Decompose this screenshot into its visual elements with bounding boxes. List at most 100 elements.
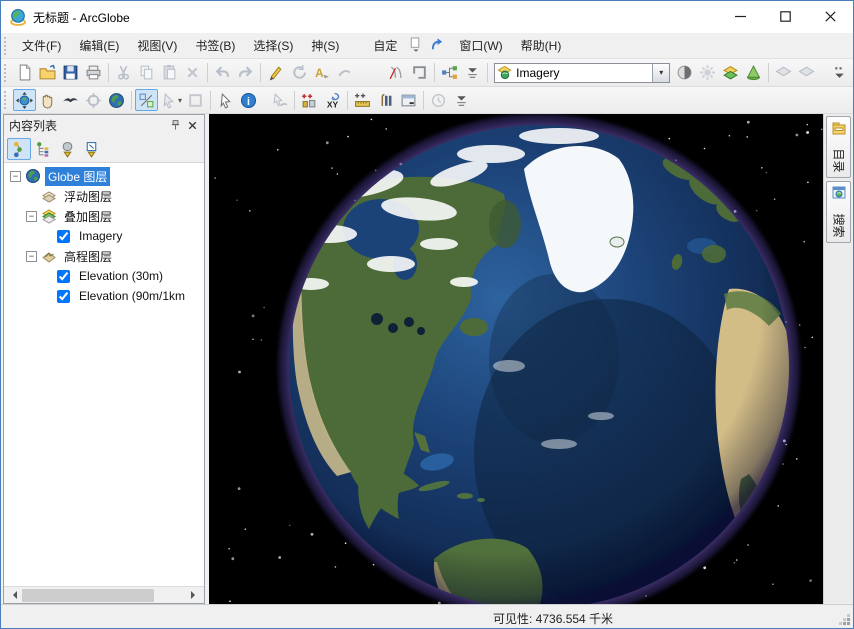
layer-label[interactable]: Elevation (30m) (76, 268, 166, 284)
list-by-drawing-order-button[interactable] (7, 138, 31, 160)
pause-drawing-button[interactable] (374, 89, 397, 111)
side-tab-search[interactable]: 搜索 (826, 181, 851, 243)
new-document-button[interactable] (13, 62, 36, 84)
paste-button[interactable] (158, 62, 181, 84)
layer-label[interactable]: Globe 图层 (45, 167, 110, 186)
layer-visibility-checkbox[interactable] (57, 270, 70, 283)
layer-label[interactable]: Elevation (90m/1km (76, 288, 188, 304)
tree-row[interactable]: Elevation (30m) (4, 266, 204, 286)
delete-button[interactable] (181, 62, 204, 84)
navigate-button[interactable] (13, 89, 36, 111)
layer-visibility-checkbox[interactable] (57, 230, 70, 243)
modelbuilder-button[interactable] (438, 62, 461, 84)
layer-combo[interactable]: Imagery▾ (494, 63, 670, 83)
select-features-button[interactable] (268, 89, 291, 111)
side-tab-catalog[interactable]: 目录 (826, 116, 851, 178)
tree-expander[interactable]: − (26, 211, 37, 222)
redo-button[interactable] (234, 62, 257, 84)
tree-row[interactable]: 浮动图层 (4, 186, 204, 206)
find-address-button[interactable] (298, 89, 321, 111)
toolbar-separator (131, 91, 132, 110)
extrusion-button[interactable] (795, 62, 818, 84)
list-by-selection-button[interactable] (79, 138, 103, 160)
tree-row[interactable]: − 叠加图层 (4, 206, 204, 226)
layer-visibility-checkbox[interactable] (57, 290, 70, 303)
combo-dropdown-button[interactable]: ▾ (652, 64, 669, 82)
pan-button[interactable] (36, 89, 59, 111)
toolbar-spacer (260, 100, 268, 101)
tree-row[interactable]: Elevation (90m/1km (4, 286, 204, 306)
rotate-tool-button[interactable] (287, 62, 310, 84)
layer-label[interactable]: 叠加图层 (61, 207, 115, 226)
resize-grip[interactable] (847, 622, 850, 625)
globe-viewport[interactable] (209, 114, 824, 604)
undo-button[interactable] (211, 62, 234, 84)
zoom-box-button[interactable] (184, 89, 207, 111)
layer-label[interactable]: Imagery (76, 228, 125, 244)
toolbar-grip[interactable] (4, 37, 11, 55)
tree-row[interactable]: − 高程图层 (4, 246, 204, 266)
layer-label[interactable]: 浮动图层 (61, 187, 115, 206)
diamondgray-icon (775, 64, 792, 81)
menu-item-1[interactable]: 编辑(E) (70, 33, 128, 58)
fly-button[interactable] (59, 89, 82, 111)
horizontal-scrollbar[interactable] (4, 586, 204, 603)
redo-overlay-icon[interactable] (430, 37, 448, 55)
toolbar-grip[interactable] (4, 91, 11, 109)
open-document-button[interactable] (36, 62, 59, 84)
brightness-button[interactable] (696, 62, 719, 84)
base-heights-button[interactable] (772, 62, 795, 84)
customize-overlay-icon[interactable] (408, 37, 426, 55)
menu-item-0[interactable]: 文件(F) (13, 33, 70, 58)
tree-expander[interactable]: − (10, 171, 21, 182)
tree-row[interactable]: Imagery (4, 226, 204, 246)
menu-item-4[interactable]: 选择(S) (244, 33, 302, 58)
tree-expander[interactable]: − (26, 251, 37, 262)
menu-item-10[interactable]: 帮助(H) (512, 33, 571, 58)
menu-item-3[interactable]: 书签(B) (186, 33, 244, 58)
identify-button[interactable]: i (237, 89, 260, 111)
scroll-right-button[interactable] (187, 587, 204, 603)
close-button[interactable] (808, 1, 853, 33)
contrast-button[interactable] (673, 62, 696, 84)
toolbar-overflow-button[interactable] (828, 62, 851, 84)
minimize-button[interactable] (718, 1, 763, 33)
scroll-left-button[interactable] (4, 587, 21, 603)
layer-label[interactable]: 高程图层 (61, 247, 115, 266)
center-on-target-button[interactable] (82, 89, 105, 111)
list-by-visibility-button[interactable] (55, 138, 79, 160)
sketch-tool-button[interactable] (264, 62, 287, 84)
toolbar-dropdown-button[interactable] (461, 62, 484, 84)
print-button[interactable] (82, 62, 105, 84)
toolbar-overflow-button[interactable] (450, 89, 473, 111)
menu-item-5[interactable]: 抻(S) (302, 33, 348, 58)
cut-button[interactable] (112, 62, 135, 84)
full-extent-button[interactable] (105, 89, 128, 111)
close-icon[interactable] (184, 117, 201, 134)
menu-item-6[interactable]: 自定 (364, 33, 406, 58)
viewer-window-button[interactable] (397, 89, 420, 111)
copy-button[interactable] (135, 62, 158, 84)
go-to-xy-button[interactable]: XY (321, 89, 344, 111)
pin-icon[interactable] (167, 117, 184, 134)
curve-arrow-tool-button[interactable] (333, 62, 356, 84)
maximize-button[interactable] (763, 1, 808, 33)
extrude-frame-tool-button[interactable] (408, 62, 431, 84)
zoom-to-target-button[interactable] (135, 89, 158, 111)
scrollbar-thumb[interactable] (22, 589, 154, 602)
toc2-icon (35, 141, 52, 158)
measure-button[interactable] (351, 89, 374, 111)
layer-transparency-button[interactable] (742, 62, 765, 84)
toolbar-grip[interactable] (4, 64, 11, 82)
menu-item-9[interactable]: 窗口(W) (450, 33, 511, 58)
select-arrow-button[interactable] (214, 89, 237, 111)
tree-row[interactable]: − Globe 图层 (4, 166, 204, 186)
list-by-source-button[interactable] (31, 138, 55, 160)
swipe-layer-button[interactable] (719, 62, 742, 84)
walls-tool-button[interactable] (385, 62, 408, 84)
menu-item-2[interactable]: 视图(V) (128, 33, 186, 58)
save-button[interactable] (59, 62, 82, 84)
time-slider-button[interactable] (427, 89, 450, 111)
select-graphics-button[interactable]: ▾ (158, 89, 184, 111)
label-tool-button[interactable]: A (310, 62, 333, 84)
